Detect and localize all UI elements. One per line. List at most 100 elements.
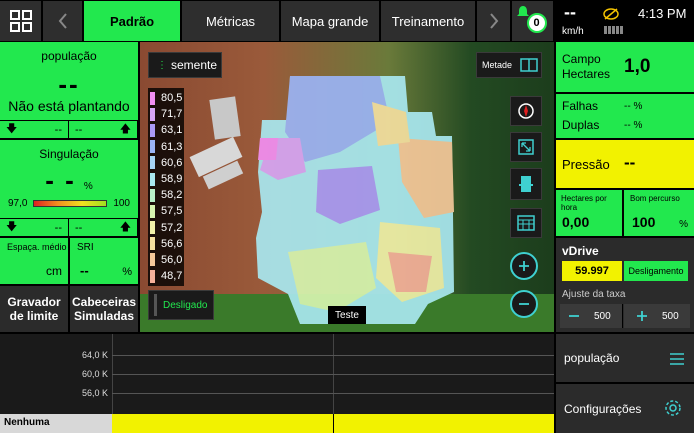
sri-panel[interactable]: SRI -- %	[70, 238, 138, 284]
populacao-panel[interactable]: população -- Não está plantando 🡇 -- -- 🡅	[0, 42, 138, 138]
populacao-value: --	[58, 69, 80, 99]
legend-row: 63,1	[150, 122, 184, 138]
bom-percurso-panel[interactable]: Bom percurso 100 %	[624, 190, 694, 236]
legend-value: 57,2	[161, 221, 183, 234]
layer-label: semente	[171, 58, 218, 72]
populacao-menu-button[interactable]: população	[556, 334, 694, 382]
populacao-menu-label: população	[564, 351, 620, 365]
status-area: -- km/h 4:13 PM	[556, 0, 694, 42]
bell-icon	[517, 6, 529, 16]
arrow-up-icon: 🡅	[119, 221, 131, 233]
rate-increase-button[interactable]: 500	[624, 304, 690, 328]
field-map[interactable]: ⋮ semente 80,5 71,7 63,1 61,3 60,6 58,9 58,2 57…	[140, 42, 554, 332]
legend-row: 58,9	[150, 171, 184, 187]
grid-view-button[interactable]	[510, 208, 542, 238]
zoom-out-button[interactable]	[510, 290, 538, 318]
chart-bottom-label: Nenhuma	[0, 414, 112, 433]
legend-value: 71,7	[161, 108, 183, 121]
metade-button[interactable]: Metade	[476, 52, 542, 78]
coverage-zone	[258, 138, 278, 160]
legend-row: 57,2	[150, 220, 184, 236]
legend-swatch	[150, 156, 155, 170]
singulacao-panel[interactable]: Singulação - - % 97,0 100 🡇 -- -- 🡅	[0, 140, 138, 236]
configuracoes-button[interactable]: Configurações	[556, 384, 694, 433]
legend-value: 58,2	[161, 189, 183, 202]
legend-value: 48,7	[161, 270, 183, 283]
legend-swatch	[150, 123, 155, 137]
vdrive-state-button[interactable]: Desligamento	[624, 261, 688, 281]
pressao-panel[interactable]: Pressão --	[556, 140, 694, 188]
legend-value: 56,6	[161, 237, 183, 250]
legend-row: 71,7	[150, 106, 184, 122]
legend-row: 80,5	[150, 90, 184, 106]
tractor-view-button[interactable]	[510, 168, 542, 200]
layer-selector-button[interactable]: ⋮ semente	[148, 52, 222, 78]
desligado-toggle[interactable]: Desligado	[148, 290, 214, 320]
falhas-label: Falhas	[562, 99, 599, 113]
legend-row: 48,7	[150, 268, 184, 284]
campo-value: 1,0	[624, 56, 651, 77]
hamburger-menu-icon	[670, 353, 684, 365]
pressao-value: --	[624, 153, 636, 172]
cabeceiras-simuladas-button[interactable]: Cabeceiras Simuladas	[70, 286, 138, 332]
tabs-next-button[interactable]	[477, 1, 511, 41]
rate-decrease-button[interactable]: 500	[560, 304, 623, 328]
bottom-chart: 64,0 K 60,0 K 56,0 K Nenhuma	[0, 334, 554, 433]
espaco-unit: cm	[46, 264, 62, 278]
plus-icon	[519, 261, 529, 271]
hectares-hora-value: 0,00	[562, 214, 590, 230]
vdrive-value[interactable]: 59.997	[562, 261, 622, 281]
zoom-in-button[interactable]	[510, 252, 538, 280]
coverage-heatmap	[256, 76, 454, 324]
legend-swatch	[150, 140, 155, 154]
campo-hectares-panel[interactable]: Campo Hectares 1,0	[556, 42, 694, 92]
tab-metricas[interactable]: Métricas	[182, 1, 280, 41]
plus-icon	[637, 311, 647, 321]
teste-label[interactable]: Teste	[328, 306, 366, 324]
signal-bars	[604, 26, 624, 34]
minus-icon	[569, 315, 579, 317]
bom-percurso-unit: %	[679, 219, 688, 230]
chart-gridline	[112, 393, 554, 394]
apps-button[interactable]	[0, 1, 42, 41]
chevron-right-icon	[489, 13, 498, 29]
compass-icon	[518, 103, 534, 119]
legend-swatch	[150, 253, 155, 267]
tab-padrao[interactable]: Padrão	[84, 1, 181, 41]
legend-swatch	[150, 221, 155, 235]
tabs-prev-button[interactable]	[43, 1, 83, 41]
minus-icon	[519, 303, 529, 305]
chart-y-tick: 64,0 K	[81, 350, 108, 360]
populacao-right-value: --	[75, 123, 83, 136]
split-view-icon	[520, 58, 538, 72]
tractor-icon	[518, 176, 534, 192]
singulacao-min: 97,0	[8, 198, 28, 209]
tab-mapa-grande[interactable]: Mapa grande	[281, 1, 380, 41]
hectares-hora-label: Hectares por hora	[561, 194, 607, 212]
falhas-duplas-panel[interactable]: Falhas -- % Duplas -- %	[556, 94, 694, 138]
map-legend: 80,5 71,7 63,1 61,3 60,6 58,9 58,2 57,5 57,2 56,6…	[148, 88, 184, 287]
pressao-label: Pressão	[562, 157, 610, 172]
arrow-down-icon: 🡇	[6, 123, 18, 135]
populacao-status: Não está plantando	[8, 98, 130, 114]
falhas-value: -- %	[624, 101, 643, 112]
ajuste-taxa-label: Ajuste da taxa	[562, 289, 626, 300]
campo-label: Campo Hectares	[562, 52, 611, 81]
alerts-button[interactable]: 0	[512, 1, 554, 41]
hectares-hora-panel[interactable]: Hectares por hora 0,00	[556, 190, 622, 236]
legend-swatch	[150, 188, 155, 202]
compass-button[interactable]	[510, 96, 542, 126]
legend-swatch	[150, 269, 155, 283]
duplas-value: -- %	[624, 120, 643, 131]
espaco-panel[interactable]: Espaça. médio cm	[0, 238, 68, 284]
populacao-subrow: 🡇 -- -- 🡅	[0, 120, 138, 138]
clock: 4:13 PM	[638, 6, 687, 21]
sri-title: SRI	[77, 242, 94, 253]
tab-treinamento[interactable]: Treinamento	[381, 1, 476, 41]
configuracoes-label: Configurações	[564, 402, 642, 416]
apps-grid-icon	[9, 10, 32, 32]
gravador-limite-button[interactable]: Gravador de limite	[0, 286, 68, 332]
chart-divider	[333, 414, 334, 433]
fit-view-button[interactable]	[510, 132, 542, 162]
singulacao-left-value: --	[54, 221, 62, 234]
